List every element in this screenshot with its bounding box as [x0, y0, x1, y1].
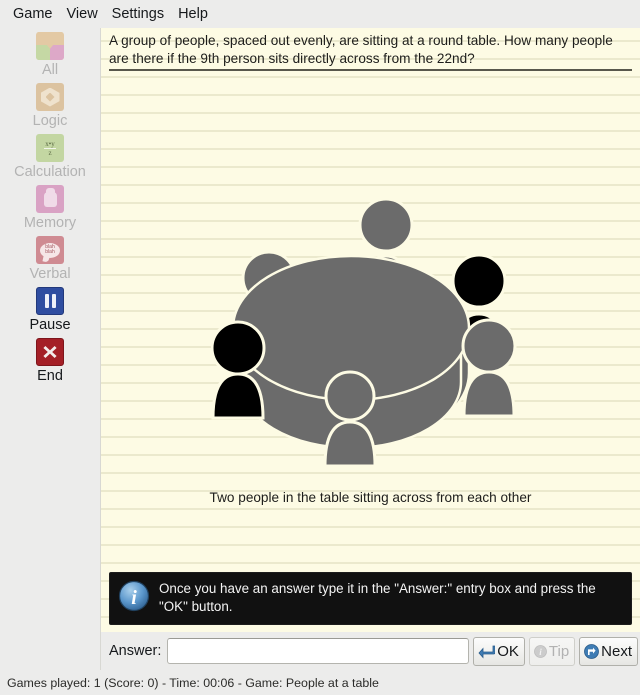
pause-icon — [36, 287, 64, 315]
figure-caption: Two people in the table sitting across f… — [209, 490, 532, 505]
sidebar-item-label-pause: Pause — [29, 317, 71, 333]
gem-icon — [36, 83, 64, 111]
statusbar-text: Games played: 1 (Score: 0) - Time: 00:06… — [7, 675, 379, 690]
tip-button[interactable]: i Tip — [528, 636, 576, 666]
tip-banner-text: Once you have an answer type it in the "… — [159, 581, 596, 614]
sidebar-item-label-logic: Logic — [32, 113, 68, 129]
info-small-icon: i — [533, 644, 547, 658]
next-button[interactable]: Next — [579, 636, 638, 666]
sidebar-item-memory[interactable]: Memory — [2, 185, 98, 232]
game-panel: A group of people, spaced out evenly, ar… — [100, 28, 640, 670]
next-button-label: Next — [601, 642, 632, 660]
tip-banner: i Once you have an answer type it in the… — [109, 572, 632, 625]
main-body: All Logic x•y z Calculation Memory blah … — [0, 28, 640, 670]
sidebar-item-all[interactable]: All — [2, 32, 98, 79]
fraction-icon: x•y z — [36, 134, 64, 162]
statusbar: Games played: 1 (Score: 0) - Time: 00:06… — [0, 670, 640, 695]
menu-help[interactable]: Help — [171, 3, 215, 26]
speech-bubble-icon: blah blah — [36, 236, 64, 264]
speech-bubble-text: blah blah — [40, 242, 60, 258]
sidebar-item-label-memory: Memory — [23, 215, 77, 231]
sidebar-item-end[interactable]: End — [2, 338, 98, 385]
person-lower-right — [461, 318, 516, 418]
answer-label: Answer: — [109, 643, 162, 659]
answer-row: Answer: OK i Tip Next — [101, 632, 640, 670]
question-text: A group of people, spaced out evenly, ar… — [109, 32, 632, 71]
gbrainy-window: Game View Settings Help All Logic x•y z — [0, 0, 640, 695]
close-x-icon — [36, 338, 64, 366]
svg-text:i: i — [131, 587, 137, 609]
answer-input[interactable] — [167, 638, 470, 664]
ruled-paper-area: A group of people, spaced out evenly, ar… — [101, 28, 640, 632]
menu-game[interactable]: Game — [6, 3, 60, 26]
menu-settings[interactable]: Settings — [105, 3, 171, 26]
sidebar: All Logic x•y z Calculation Memory blah … — [0, 28, 100, 670]
ok-button-label: OK — [497, 642, 519, 660]
sidebar-item-label-calculation: Calculation — [14, 164, 86, 180]
people-at-round-table-illustration — [101, 168, 640, 488]
sidebar-item-pause[interactable]: Pause — [2, 287, 98, 334]
pie-chart-icon — [36, 32, 64, 60]
menu-view[interactable]: View — [60, 3, 105, 26]
sidebar-item-label-end: End — [37, 368, 63, 384]
next-arrow-icon — [584, 643, 600, 659]
sidebar-item-logic[interactable]: Logic — [2, 83, 98, 130]
ok-button[interactable]: OK — [473, 636, 525, 666]
tip-button-label: Tip — [548, 642, 570, 660]
fraction-numerator: x•y — [44, 139, 56, 149]
enter-arrow-icon — [478, 645, 496, 659]
sidebar-item-label-verbal: Verbal — [29, 266, 71, 282]
sidebar-item-label-all: All — [41, 62, 59, 78]
hand-icon — [36, 185, 64, 213]
fraction-denominator: z — [48, 148, 52, 157]
menubar: Game View Settings Help — [0, 0, 640, 28]
info-icon: i — [118, 580, 150, 612]
sidebar-item-verbal[interactable]: blah blah Verbal — [2, 236, 98, 283]
sidebar-item-calculation[interactable]: x•y z Calculation — [2, 134, 98, 181]
